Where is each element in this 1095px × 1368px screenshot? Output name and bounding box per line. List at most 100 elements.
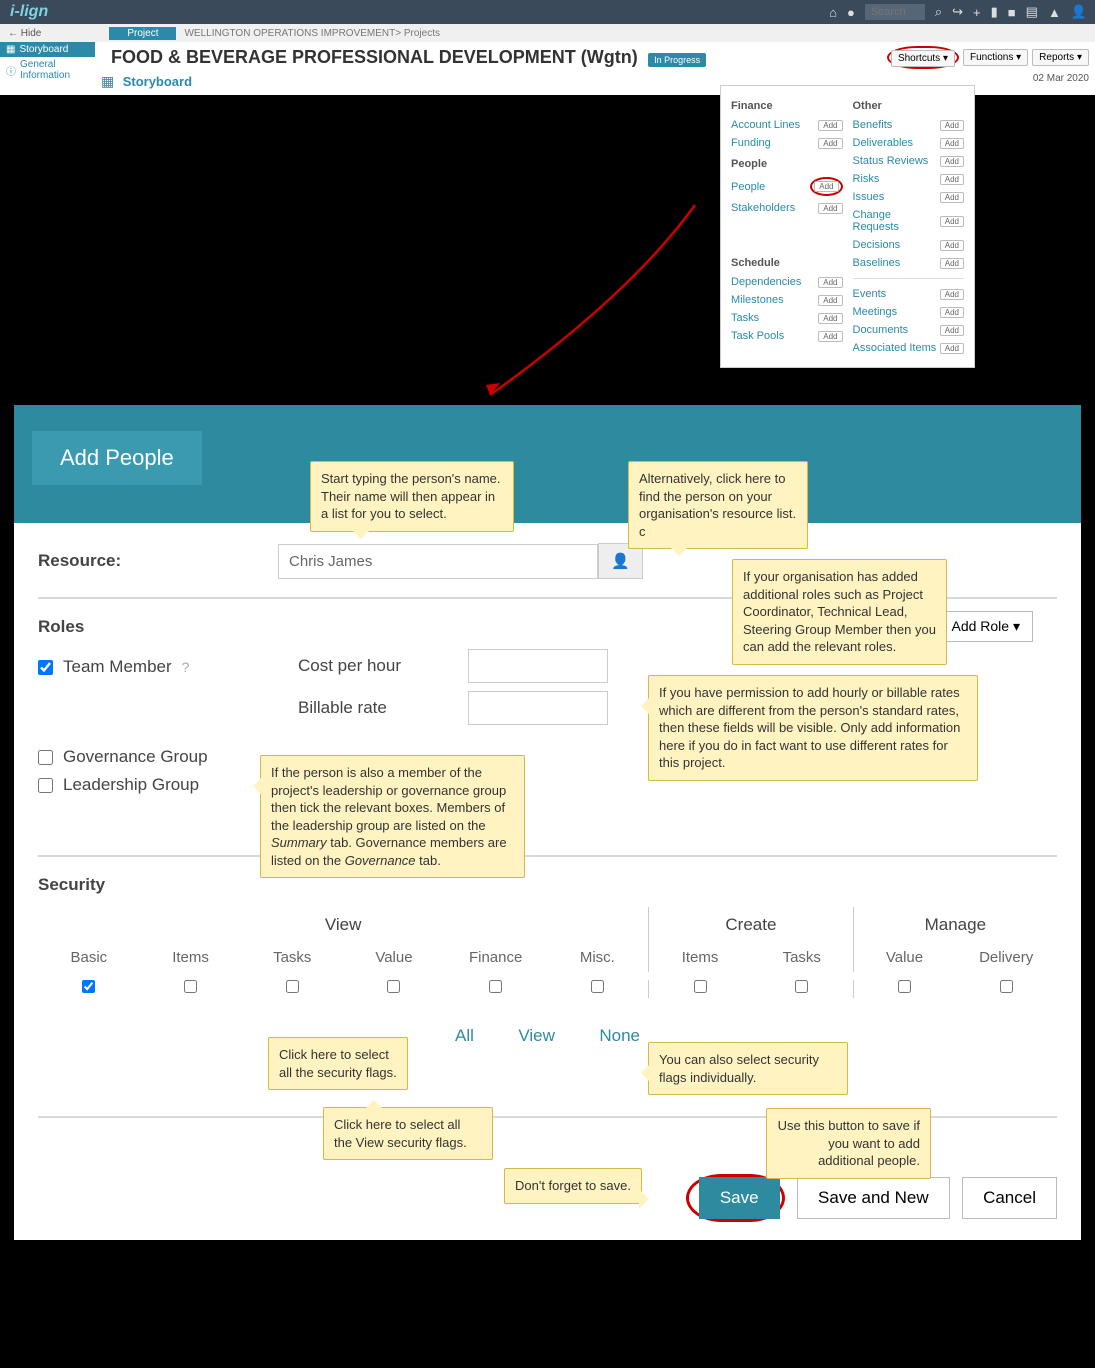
info-icon: ⓘ [6, 63, 16, 78]
link-benefits[interactable]: Benefits [853, 119, 893, 131]
link-account-lines[interactable]: Account Lines [731, 119, 800, 131]
add-events[interactable]: Add [940, 289, 964, 300]
link-change-requests[interactable]: Change Requests [853, 209, 940, 233]
link-people[interactable]: People [731, 181, 765, 193]
security-select-none[interactable]: None [599, 1026, 640, 1045]
nav-general-info[interactable]: ⓘ General Information [0, 57, 95, 83]
user-icon[interactable] [1071, 4, 1087, 20]
add-benefits[interactable]: Add [940, 120, 964, 131]
functions-button[interactable]: Functions ▾ [963, 49, 1028, 66]
callout-individual: You can also select security flags indiv… [648, 1042, 848, 1095]
add-associated-items[interactable]: Add [940, 343, 964, 354]
chk-view-value[interactable] [387, 980, 400, 993]
link-stakeholders[interactable]: Stakeholders [731, 202, 795, 214]
link-deliverables[interactable]: Deliverables [853, 137, 914, 149]
status-badge: In Progress [648, 53, 706, 67]
form-header: Add People [14, 405, 1081, 523]
leadership-group-checkbox[interactable] [38, 778, 53, 793]
home-icon[interactable] [829, 5, 837, 20]
hide-button[interactable]: ← Hide [0, 28, 49, 39]
chk-view-basic[interactable] [82, 980, 95, 993]
link-documents[interactable]: Documents [853, 324, 909, 336]
add-documents[interactable]: Add [940, 325, 964, 336]
link-status-reviews[interactable]: Status Reviews [853, 155, 929, 167]
link-events[interactable]: Events [853, 288, 887, 300]
add-funding[interactable]: Add [818, 138, 842, 149]
link-meetings[interactable]: Meetings [853, 306, 898, 318]
add-status-reviews[interactable]: Add [940, 156, 964, 167]
callout-resource-list: Alternatively, click here to find the pe… [628, 461, 808, 549]
add-tasks[interactable]: Add [818, 313, 842, 324]
add-people[interactable]: Add [814, 181, 838, 192]
governance-group-checkbox[interactable] [38, 750, 53, 765]
share-icon[interactable] [952, 4, 963, 20]
nav-storyboard[interactable]: ▦ Storyboard [0, 42, 95, 57]
add-change-requests[interactable]: Add [940, 216, 964, 227]
shortcuts-other-heading: Other [853, 100, 965, 112]
add-deliverables[interactable]: Add [940, 138, 964, 149]
tab-project[interactable]: Project [109, 27, 176, 40]
add-people-form: Add People Start typing the person's nam… [14, 405, 1081, 1240]
save-and-new-button[interactable]: Save and New [797, 1177, 950, 1219]
link-issues[interactable]: Issues [853, 191, 885, 203]
col-finance: Finance [445, 943, 547, 972]
callout-rates: If you have permission to add hourly or … [648, 675, 978, 781]
help-icon[interactable]: ? [182, 659, 190, 675]
link-associated-items[interactable]: Associated Items [853, 342, 937, 354]
add-baselines[interactable]: Add [940, 258, 964, 269]
dashboard-icon: ▦ [6, 44, 15, 55]
col-manage-delivery: Delivery [955, 943, 1057, 972]
link-decisions[interactable]: Decisions [853, 239, 901, 251]
link-baselines[interactable]: Baselines [853, 257, 901, 269]
shortcuts-finance-heading: Finance [731, 100, 843, 112]
shortcuts-button[interactable]: Shortcuts ▾ [891, 50, 955, 67]
add-role-button[interactable]: Add Role ▾ [938, 611, 1033, 642]
chk-view-tasks[interactable] [286, 980, 299, 993]
add-stakeholders[interactable]: Add [818, 203, 842, 214]
save-button[interactable]: Save [699, 1177, 780, 1219]
notifications-icon[interactable] [1048, 5, 1061, 20]
col-basic: Basic [38, 943, 140, 972]
add-issues[interactable]: Add [940, 192, 964, 203]
globe-icon[interactable] [847, 5, 855, 20]
security-select-all[interactable]: All [455, 1026, 474, 1045]
document-icon[interactable] [1026, 4, 1038, 20]
link-dependencies[interactable]: Dependencies [731, 276, 801, 288]
link-risks[interactable]: Risks [853, 173, 880, 185]
billable-rate-input[interactable] [468, 691, 608, 725]
chk-create-items[interactable] [694, 980, 707, 993]
chk-view-items[interactable] [184, 980, 197, 993]
chat-icon[interactable] [1008, 5, 1016, 20]
security-select-view[interactable]: View [518, 1026, 555, 1045]
team-member-checkbox[interactable] [38, 660, 53, 675]
search-icon[interactable] [935, 4, 942, 20]
search-input[interactable] [865, 4, 925, 20]
cost-per-hour-input[interactable] [468, 649, 608, 683]
add-meetings[interactable]: Add [940, 307, 964, 318]
breadcrumb: WELLINGTON OPERATIONS IMPROVEMENT> Proje… [184, 28, 440, 39]
plus-icon[interactable] [973, 5, 981, 20]
link-task-pools[interactable]: Task Pools [731, 330, 784, 342]
add-decisions[interactable]: Add [940, 240, 964, 251]
chk-manage-value[interactable] [898, 980, 911, 993]
link-funding[interactable]: Funding [731, 137, 771, 149]
chk-create-tasks[interactable] [795, 980, 808, 993]
billable-rate-label: Billable rate [298, 698, 468, 718]
chk-view-finance[interactable] [489, 980, 502, 993]
add-risks[interactable]: Add [940, 174, 964, 185]
shortcuts-schedule-heading: Schedule [731, 257, 843, 269]
team-member-label: Team Member [63, 657, 172, 677]
add-account-lines[interactable]: Add [818, 120, 842, 131]
bookmark-icon[interactable] [991, 4, 998, 20]
security-heading: Security [38, 875, 1057, 895]
chk-view-misc[interactable] [591, 980, 604, 993]
cancel-button[interactable]: Cancel [962, 1177, 1057, 1219]
resource-input[interactable] [278, 544, 598, 579]
reports-button[interactable]: Reports ▾ [1032, 49, 1089, 66]
add-task-pools[interactable]: Add [818, 331, 842, 342]
add-milestones[interactable]: Add [818, 295, 842, 306]
link-milestones[interactable]: Milestones [731, 294, 784, 306]
link-tasks[interactable]: Tasks [731, 312, 759, 324]
add-dependencies[interactable]: Add [818, 277, 842, 288]
chk-manage-delivery[interactable] [1000, 980, 1013, 993]
